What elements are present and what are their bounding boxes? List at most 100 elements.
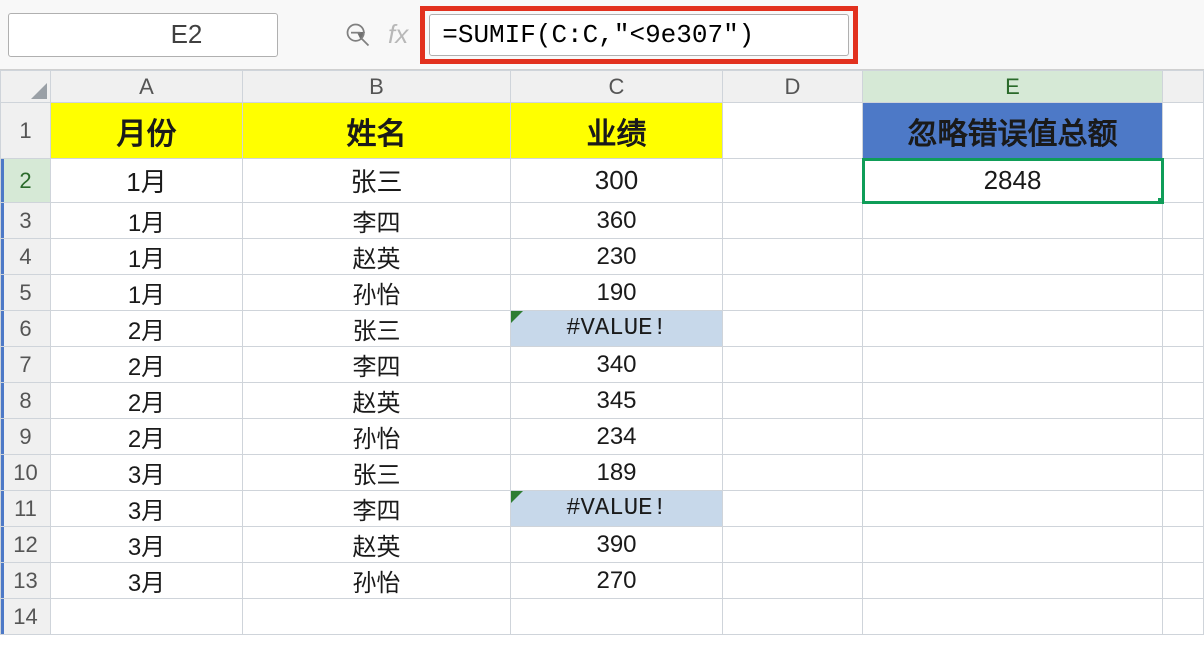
cell-D4[interactable] — [723, 239, 863, 275]
cell-E6[interactable] — [863, 311, 1163, 347]
row-header-10[interactable]: 10 — [1, 455, 51, 491]
cell-extra1[interactable] — [1163, 103, 1204, 159]
cell-A6[interactable]: 2月 — [51, 311, 243, 347]
cell-extra14[interactable] — [1163, 599, 1204, 635]
cell-C14[interactable] — [511, 599, 723, 635]
cell-D11[interactable] — [723, 491, 863, 527]
cell-C1[interactable]: 业绩 — [511, 103, 723, 159]
cell-D1[interactable] — [723, 103, 863, 159]
cell-C6-error[interactable]: #VALUE! — [511, 311, 723, 347]
cell-D12[interactable] — [723, 527, 863, 563]
cell-E13[interactable] — [863, 563, 1163, 599]
cell-D2[interactable] — [723, 159, 863, 203]
cell-A1[interactable]: 月份 — [51, 103, 243, 159]
cell-E2-active[interactable]: 2848 — [863, 159, 1163, 203]
cell-B13[interactable]: 孙怡 — [243, 563, 511, 599]
cell-A9[interactable]: 2月 — [51, 419, 243, 455]
cell-E12[interactable] — [863, 527, 1163, 563]
cell-B1[interactable]: 姓名 — [243, 103, 511, 159]
cell-E1[interactable]: 忽略错误值总额 — [863, 103, 1163, 159]
cell-B7[interactable]: 李四 — [243, 347, 511, 383]
row-header-14[interactable]: 14 — [1, 599, 51, 635]
row-header-7[interactable]: 7 — [1, 347, 51, 383]
cell-E10[interactable] — [863, 455, 1163, 491]
cell-B6[interactable]: 张三 — [243, 311, 511, 347]
col-header-A[interactable]: A — [51, 71, 243, 103]
cell-D9[interactable] — [723, 419, 863, 455]
cell-B14[interactable] — [243, 599, 511, 635]
cell-C3[interactable]: 360 — [511, 203, 723, 239]
cell-D7[interactable] — [723, 347, 863, 383]
cell-A3[interactable]: 1月 — [51, 203, 243, 239]
cell-extra11[interactable] — [1163, 491, 1204, 527]
cell-B3[interactable]: 李四 — [243, 203, 511, 239]
cell-D14[interactable] — [723, 599, 863, 635]
cell-D5[interactable] — [723, 275, 863, 311]
cell-C11-error[interactable]: #VALUE! — [511, 491, 723, 527]
cell-extra13[interactable] — [1163, 563, 1204, 599]
cell-E5[interactable] — [863, 275, 1163, 311]
cell-C2[interactable]: 300 — [511, 159, 723, 203]
cell-B9[interactable]: 孙怡 — [243, 419, 511, 455]
zoom-out-icon[interactable] — [338, 15, 378, 55]
row-header-6[interactable]: 6 — [1, 311, 51, 347]
col-header-C[interactable]: C — [511, 71, 723, 103]
row-header-12[interactable]: 12 — [1, 527, 51, 563]
cell-extra12[interactable] — [1163, 527, 1204, 563]
cell-A7[interactable]: 2月 — [51, 347, 243, 383]
cell-E3[interactable] — [863, 203, 1163, 239]
cell-D3[interactable] — [723, 203, 863, 239]
cell-C13[interactable]: 270 — [511, 563, 723, 599]
cell-C4[interactable]: 230 — [511, 239, 723, 275]
col-header-B[interactable]: B — [243, 71, 511, 103]
cell-extra3[interactable] — [1163, 203, 1204, 239]
cell-A14[interactable] — [51, 599, 243, 635]
row-header-4[interactable]: 4 — [1, 239, 51, 275]
name-box-input[interactable] — [19, 19, 354, 50]
row-header-9[interactable]: 9 — [1, 419, 51, 455]
cell-E8[interactable] — [863, 383, 1163, 419]
cell-B10[interactable]: 张三 — [243, 455, 511, 491]
name-box[interactable]: ▼ — [8, 13, 278, 57]
cell-C9[interactable]: 234 — [511, 419, 723, 455]
cell-C8[interactable]: 345 — [511, 383, 723, 419]
cell-extra5[interactable] — [1163, 275, 1204, 311]
cell-D6[interactable] — [723, 311, 863, 347]
formula-input[interactable] — [429, 14, 849, 56]
cell-B12[interactable]: 赵英 — [243, 527, 511, 563]
row-header-13[interactable]: 13 — [1, 563, 51, 599]
row-header-1[interactable]: 1 — [1, 103, 51, 159]
cell-E4[interactable] — [863, 239, 1163, 275]
cell-A13[interactable]: 3月 — [51, 563, 243, 599]
cell-extra9[interactable] — [1163, 419, 1204, 455]
cell-E9[interactable] — [863, 419, 1163, 455]
cell-E14[interactable] — [863, 599, 1163, 635]
cell-E11[interactable] — [863, 491, 1163, 527]
cell-B11[interactable]: 李四 — [243, 491, 511, 527]
row-header-8[interactable]: 8 — [1, 383, 51, 419]
cell-D10[interactable] — [723, 455, 863, 491]
cell-E7[interactable] — [863, 347, 1163, 383]
cell-extra6[interactable] — [1163, 311, 1204, 347]
cell-extra7[interactable] — [1163, 347, 1204, 383]
spreadsheet-grid[interactable]: A B C D E 1 月份 姓名 业绩 忽略错误值总额 2 1月 张三 300… — [0, 70, 1204, 666]
cell-extra2[interactable] — [1163, 159, 1204, 203]
cell-A8[interactable]: 2月 — [51, 383, 243, 419]
cell-C5[interactable]: 190 — [511, 275, 723, 311]
row-header-11[interactable]: 11 — [1, 491, 51, 527]
col-header-D[interactable]: D — [723, 71, 863, 103]
col-header-E[interactable]: E — [863, 71, 1163, 103]
cell-A12[interactable]: 3月 — [51, 527, 243, 563]
cell-D8[interactable] — [723, 383, 863, 419]
cell-A10[interactable]: 3月 — [51, 455, 243, 491]
cell-D13[interactable] — [723, 563, 863, 599]
cell-A5[interactable]: 1月 — [51, 275, 243, 311]
cell-B4[interactable]: 赵英 — [243, 239, 511, 275]
select-all-corner[interactable] — [1, 71, 51, 103]
cell-B8[interactable]: 赵英 — [243, 383, 511, 419]
cell-extra8[interactable] — [1163, 383, 1204, 419]
cell-B2[interactable]: 张三 — [243, 159, 511, 203]
fx-icon[interactable]: fx — [388, 19, 408, 50]
cell-A4[interactable]: 1月 — [51, 239, 243, 275]
cell-extra10[interactable] — [1163, 455, 1204, 491]
